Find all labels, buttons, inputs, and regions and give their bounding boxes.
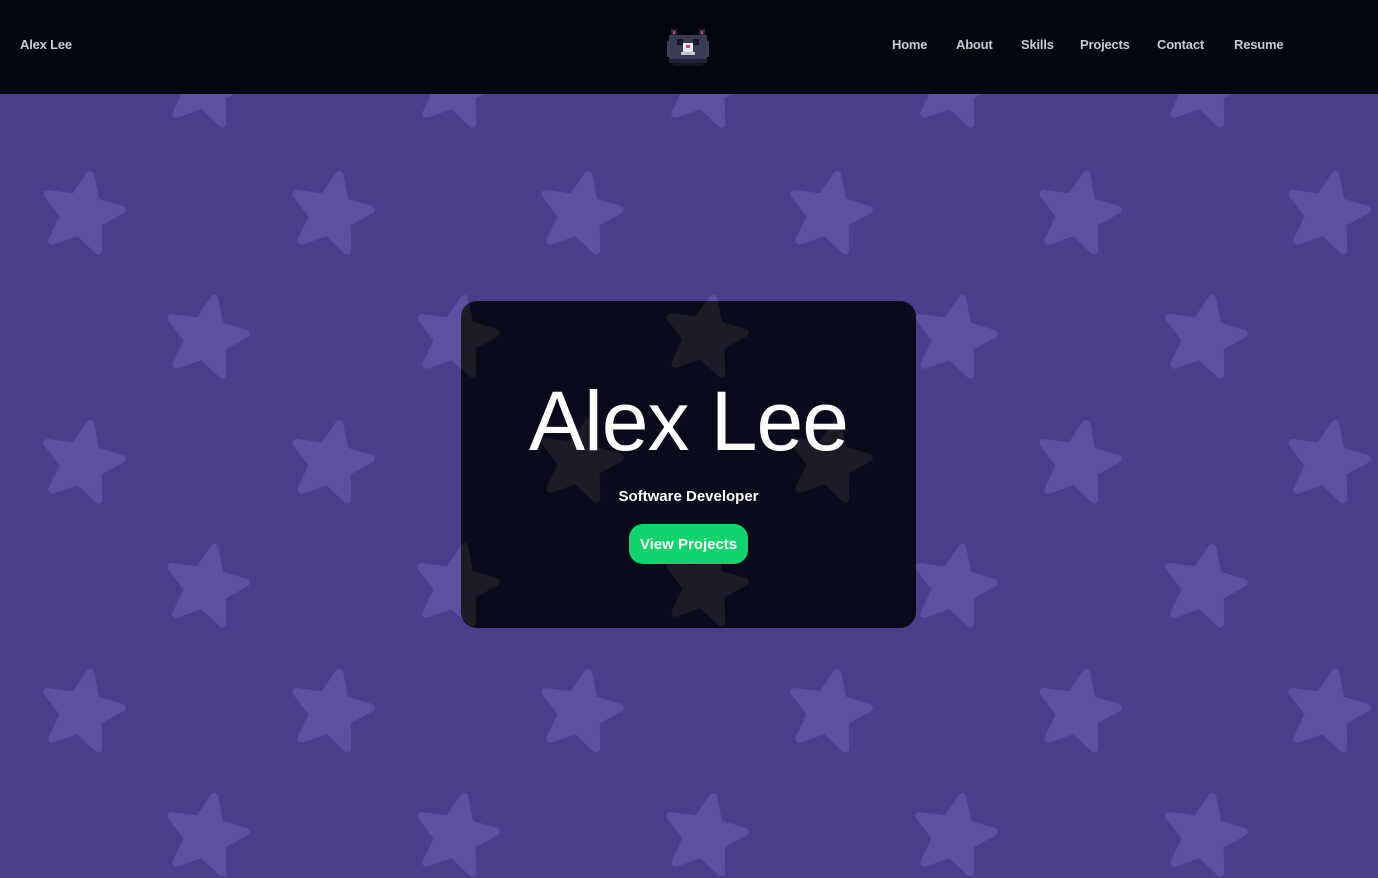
star-icon [541,668,624,753]
star-icon [43,419,126,504]
navbar: Alex Lee Home About Skills Projects Cont… [0,0,1378,94]
star-icon [1039,170,1122,255]
star-icon [1165,543,1248,628]
star-icon [790,170,873,255]
star-icon [43,170,126,255]
view-projects-button[interactable]: View Projects [629,524,748,564]
star-icon [292,668,375,753]
star-icon [671,94,733,128]
star-icon [1039,668,1122,753]
star-icon [915,792,998,877]
star-icon [167,792,250,877]
star-icon [1170,94,1232,128]
star-icon [541,170,624,255]
hero-card: Alex Lee Software Developer View Project… [461,301,916,628]
star-icon [167,294,250,379]
star-icon [1288,668,1371,753]
star-icon [172,94,234,128]
star-icon [1165,792,1248,877]
nav-link-about[interactable]: About [956,37,993,52]
star-icon [790,668,873,753]
star-icon [915,294,998,379]
star-icon [666,792,749,877]
pixel-cat-logo-icon[interactable] [665,26,711,68]
star-icon [915,543,998,628]
star-icon [461,301,500,378]
nav-link-contact[interactable]: Contact [1157,37,1204,52]
star-icon [43,668,126,753]
star-icon [1039,419,1122,504]
nav-link-resume[interactable]: Resume [1234,37,1284,52]
star-icon [167,543,250,628]
hero-title: Alex Lee [529,374,849,468]
star-icon [1165,294,1248,379]
star-icon [461,542,500,627]
star-icon [1288,419,1371,504]
hero-subtitle: Software Developer [618,488,759,505]
brand-link[interactable]: Alex Lee [20,37,72,52]
star-icon [422,94,484,128]
star-icon [292,419,375,504]
star-icon [292,170,375,255]
star-icon [666,301,749,378]
nav-link-home[interactable]: Home [892,37,928,52]
star-icon [417,792,500,877]
nav-link-skills[interactable]: Skills [1021,37,1054,52]
nav-link-projects[interactable]: Projects [1080,37,1130,52]
star-icon [1288,170,1371,255]
star-icon [920,94,982,128]
